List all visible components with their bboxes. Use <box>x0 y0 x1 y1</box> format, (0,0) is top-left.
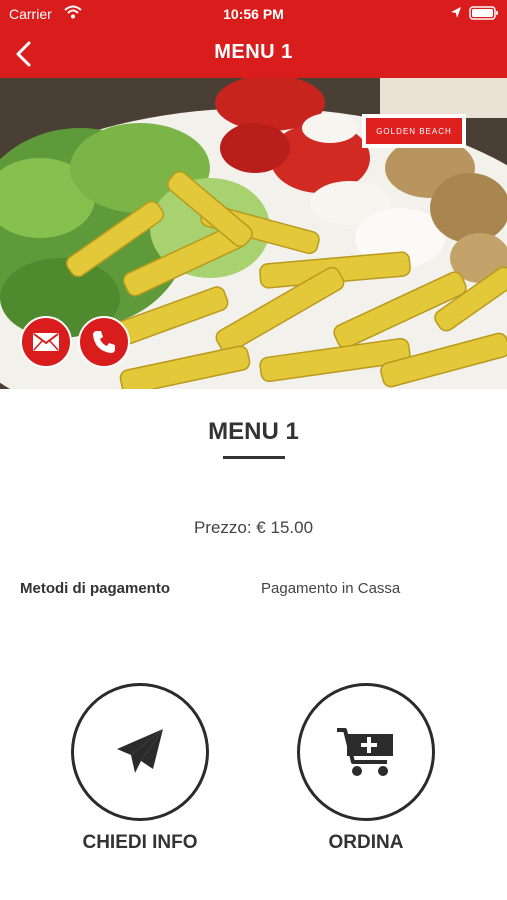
price-text: Prezzo: € 15.00 <box>193 518 314 537</box>
mail-icon <box>33 333 59 351</box>
nav-title: MENU 1 <box>214 41 293 63</box>
hero-image: GOLDEN BEACH <box>0 78 507 389</box>
ask-info-label[interactable]: CHIEDI INFO <box>40 832 240 854</box>
ask-info-button[interactable] <box>71 683 209 821</box>
product-title: MENU 1 <box>208 418 299 445</box>
status-bar: Carrier 10:56 PM <box>0 0 507 28</box>
paper-plane-icon <box>117 729 163 773</box>
order-label[interactable]: ORDINA <box>266 832 466 854</box>
phone-button[interactable] <box>78 316 130 368</box>
restaurant-logo: GOLDEN BEACH <box>362 114 466 148</box>
battery-icon <box>469 6 499 23</box>
logo-text: GOLDEN BEACH <box>366 118 462 144</box>
navigation-bar: MENU 1 <box>0 28 507 78</box>
order-button[interactable] <box>297 683 435 821</box>
payment-methods-value: Pagamento in Cassa <box>261 580 401 597</box>
clock: 10:56 PM <box>223 6 284 22</box>
payment-methods-label: Metodi di pagamento <box>20 580 170 597</box>
location-icon <box>450 6 462 23</box>
phone-icon <box>93 331 115 353</box>
title-divider <box>223 456 285 459</box>
cart-plus-icon <box>337 728 393 776</box>
email-button[interactable] <box>20 316 72 368</box>
